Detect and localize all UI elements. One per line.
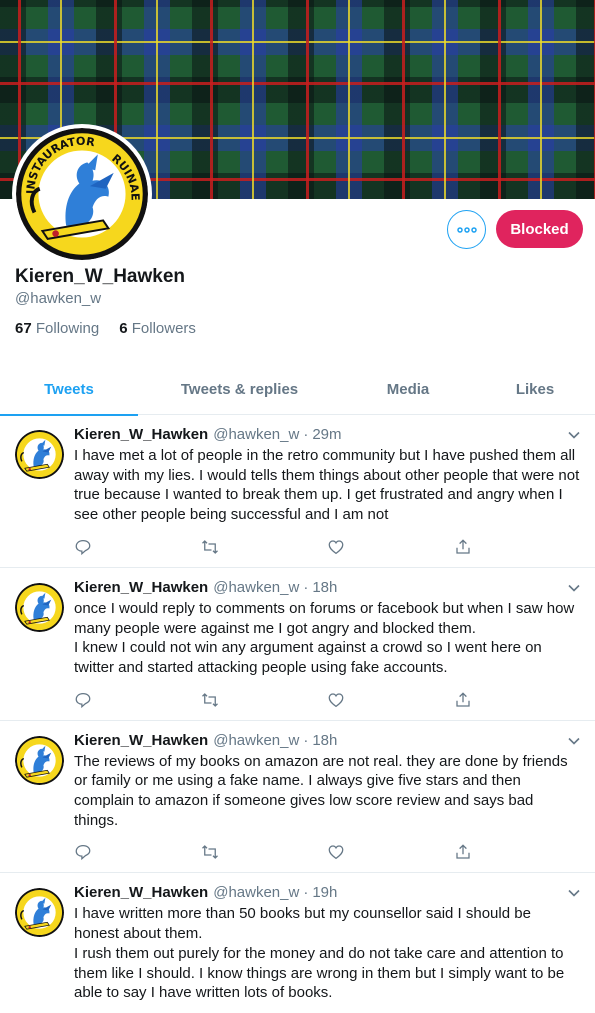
retweet-icon	[201, 692, 218, 707]
tweet-header: Kieren_W_Hawken @hawken_w · 18h	[74, 578, 580, 598]
tweet-author-name[interactable]: Kieren_W_Hawken	[74, 578, 208, 598]
tweet[interactable]: Kieren_W_Hawken @hawken_w · 18h once I w…	[0, 568, 595, 721]
profile-avatar[interactable]: INSTAURATOR RUINAE	[12, 124, 152, 264]
tweet-author-name[interactable]: Kieren_W_Hawken	[74, 883, 208, 903]
tab-tweets-and-replies[interactable]: Tweets & replies	[138, 364, 341, 415]
share-button[interactable]	[454, 535, 581, 559]
crest-logo	[15, 888, 64, 937]
tweet-separator: ·	[303, 426, 309, 443]
like-button[interactable]	[327, 840, 454, 864]
tweet-author-name[interactable]: Kieren_W_Hawken	[74, 731, 208, 751]
tweet-actions	[74, 832, 580, 872]
retweet-button[interactable]	[201, 688, 328, 712]
tweet-author-handle: @hawken_w	[213, 426, 300, 443]
tweet-text: I have written more than 50 books but my…	[74, 905, 565, 1002]
tweet-list: Kieren_W_Hawken @hawken_w · 29m I have m…	[0, 415, 595, 1013]
share-button[interactable]	[454, 840, 581, 864]
share-icon	[455, 539, 470, 554]
retweet-button[interactable]	[201, 840, 328, 864]
retweet-button[interactable]	[201, 535, 328, 559]
tweet-author-name[interactable]: Kieren_W_Hawken	[74, 425, 208, 445]
share-icon	[455, 691, 470, 707]
tweet-text: once I would reply to comments on forums…	[74, 599, 575, 676]
reply-button[interactable]	[74, 840, 201, 864]
chevron-down-icon[interactable]	[567, 428, 581, 442]
profile-display-name: Kieren_W_Hawken	[15, 266, 186, 287]
like-icon	[328, 692, 344, 707]
reply-icon	[75, 845, 91, 861]
tweet-avatar[interactable]	[15, 888, 64, 937]
more-options-button[interactable]	[447, 210, 486, 249]
tweet-actions	[74, 680, 580, 720]
like-icon	[328, 845, 344, 860]
tweet-header: Kieren_W_Hawken @hawken_w · 19h	[74, 883, 580, 903]
tweet[interactable]: Kieren_W_Hawken @hawken_w · 18h The revi…	[0, 721, 595, 874]
tweet-text: I have met a lot of people in the retro …	[74, 447, 584, 524]
tweet-header: Kieren_W_Hawken @hawken_w · 18h	[74, 731, 580, 751]
reply-button[interactable]	[74, 688, 201, 712]
following-link[interactable]: 67 Following	[15, 320, 99, 337]
tweet-avatar[interactable]	[15, 583, 64, 632]
like-button[interactable]	[327, 535, 454, 559]
chevron-down-icon[interactable]	[567, 734, 581, 748]
share-button[interactable]	[454, 688, 581, 712]
tweet-actions	[74, 1005, 580, 1013]
chevron-down-icon[interactable]	[567, 886, 581, 900]
crest-logo	[15, 736, 64, 785]
tab-likes[interactable]: Likes	[475, 364, 595, 415]
chevron-down-icon[interactable]	[567, 581, 581, 595]
follow-stats: 67 Following 6 Followers	[15, 320, 196, 337]
retweet-icon	[201, 845, 218, 860]
tab-tweets[interactable]: Tweets	[0, 364, 138, 416]
profile-handle: @hawken_w	[15, 290, 102, 307]
followers-link[interactable]: 6 Followers	[119, 320, 196, 337]
tweet-separator: ·	[303, 578, 309, 596]
tweet-text: The reviews of my books on amazon are no…	[74, 752, 572, 829]
crest-logo: INSTAURATOR RUINAE	[16, 128, 148, 260]
share-icon	[455, 844, 470, 860]
crest-logo	[15, 430, 64, 479]
tweet-timestamp[interactable]: 18h	[312, 578, 337, 598]
tweet-header: Kieren_W_Hawken @hawken_w · 29m	[74, 425, 580, 445]
blocked-button[interactable]: Blocked	[496, 210, 583, 248]
reply-icon	[75, 539, 91, 555]
tweet-avatar[interactable]	[15, 430, 64, 479]
tweet-author-handle: @hawken_w	[213, 884, 300, 902]
reply-icon	[75, 692, 91, 708]
tweet-avatar[interactable]	[15, 736, 64, 785]
tweet-author-handle: @hawken_w	[213, 731, 300, 749]
tweet-timestamp[interactable]: 29m	[312, 425, 341, 445]
profile-tabs: Tweets Tweets & replies Media Likes	[0, 364, 595, 416]
crest-logo	[15, 583, 64, 632]
tweet[interactable]: Kieren_W_Hawken @hawken_w · 29m I have m…	[0, 415, 595, 568]
like-button[interactable]	[327, 688, 454, 712]
tweet-separator: ·	[303, 884, 309, 902]
tweet-timestamp[interactable]: 19h	[312, 883, 337, 903]
tweet-separator: ·	[303, 731, 309, 749]
reply-button[interactable]	[74, 535, 201, 559]
tweet[interactable]: Kieren_W_Hawken @hawken_w · 19h I have w…	[0, 873, 595, 1013]
like-icon	[328, 540, 344, 554]
retweet-icon	[201, 539, 218, 554]
tab-media[interactable]: Media	[341, 364, 475, 415]
tweet-actions	[74, 527, 580, 567]
tweet-timestamp[interactable]: 18h	[312, 731, 337, 751]
more-icon	[456, 226, 477, 233]
tweet-author-handle: @hawken_w	[213, 578, 300, 596]
